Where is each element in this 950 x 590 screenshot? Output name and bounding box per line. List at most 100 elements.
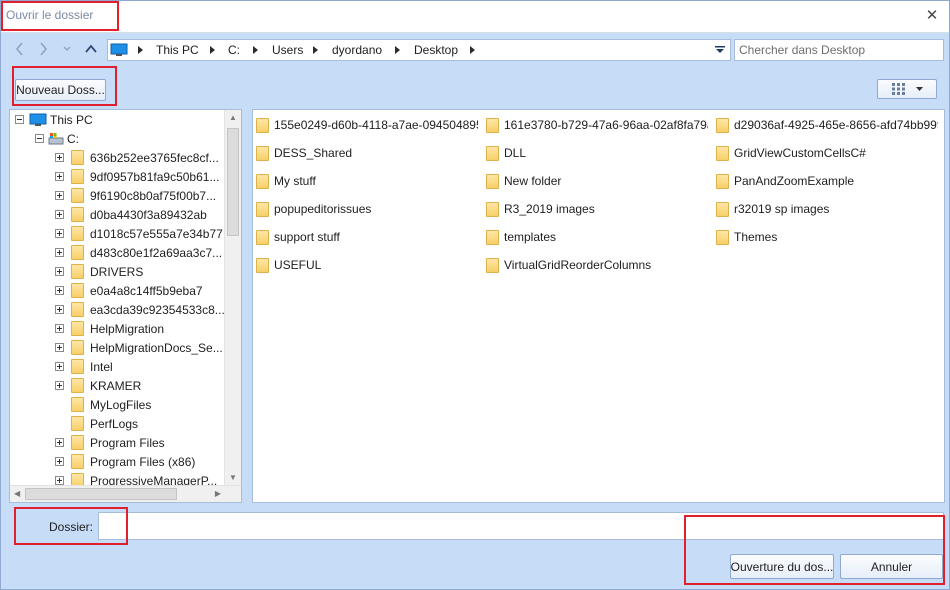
breadcrumb-this-pc[interactable]: This PC	[156, 43, 199, 57]
folder-item[interactable]: VirtualGridReorderColumns	[486, 255, 708, 275]
recent-locations-button[interactable]	[58, 40, 76, 58]
expand-icon[interactable]	[55, 172, 64, 181]
folder-item[interactable]: 155e0249-d60b-4118-a7ae-094504895...	[256, 115, 478, 135]
tree-node-this-pc[interactable]: This PC	[15, 110, 93, 129]
tree-node[interactable]: 9df0957b81fa9c50b61...	[55, 167, 219, 186]
scrollbar-thumb[interactable]	[227, 128, 239, 236]
expand-icon[interactable]	[55, 438, 64, 447]
folder-item[interactable]: New folder	[486, 171, 708, 191]
forward-button[interactable]	[34, 40, 52, 58]
folder-icon	[71, 188, 84, 203]
folder-item[interactable]: My stuff	[256, 171, 478, 191]
breadcrumb-dyordano[interactable]: dyordano	[332, 43, 382, 57]
tree-node-c-drive[interactable]: C:	[35, 129, 79, 148]
search-input[interactable]	[734, 39, 944, 61]
address-bar[interactable]: This PC C: Users dyordano Desktop	[107, 39, 731, 61]
expand-icon[interactable]	[55, 362, 64, 371]
address-dropdown-button[interactable]	[711, 41, 729, 59]
folder-item-label: R3_2019 images	[504, 202, 595, 216]
tree-node[interactable]: Program Files (x86)	[55, 452, 195, 471]
tree-node-label: d483c80e1f2a69aa3c7...	[90, 245, 223, 260]
expand-icon[interactable]	[55, 343, 64, 352]
folder-item-label: DLL	[504, 146, 527, 160]
scroll-right-icon[interactable]: ▶	[215, 489, 221, 498]
folder-content-view[interactable]: 155e0249-d60b-4118-a7ae-094504895... 161e…	[252, 109, 945, 503]
tree-node[interactable]: d0ba4430f3a89432ab	[55, 205, 207, 224]
tree-node[interactable]: MyLogFiles	[55, 395, 151, 414]
computer-icon	[29, 113, 47, 126]
folder-item[interactable]: USEFUL	[256, 255, 478, 275]
expand-icon[interactable]	[55, 248, 64, 257]
folder-item[interactable]: PanAndZoomExample	[716, 171, 938, 191]
scroll-up-icon[interactable]: ▲	[229, 113, 237, 122]
breadcrumb-c-drive[interactable]: C:	[228, 43, 240, 57]
tree-node-label: ea3cda39c92354533c8...	[90, 302, 225, 317]
breadcrumb-users[interactable]: Users	[272, 43, 303, 57]
scroll-left-icon[interactable]: ◀	[14, 489, 20, 498]
toolbar: Nouveau Doss...	[1, 69, 949, 107]
folder-icon	[71, 416, 84, 431]
folder-icon	[486, 173, 499, 189]
tree-node[interactable]: HelpMigration	[55, 319, 164, 338]
expand-icon[interactable]	[55, 381, 64, 390]
breadcrumb-desktop[interactable]: Desktop	[414, 43, 458, 57]
new-folder-button[interactable]: Nouveau Doss...	[15, 79, 106, 101]
tree-node[interactable]: d483c80e1f2a69aa3c7...	[55, 243, 222, 262]
tree-horizontal-scrollbar[interactable]: ◀ ▶	[10, 485, 241, 502]
folder-item-label: popupeditorissues	[274, 202, 372, 216]
view-mode-button[interactable]	[877, 79, 937, 99]
collapse-icon[interactable]	[15, 115, 24, 124]
tree-node[interactable]: ea3cda39c92354533c8...	[55, 300, 225, 319]
folder-icon	[716, 145, 729, 161]
folder-icon	[71, 245, 84, 260]
cancel-button[interactable]: Annuler	[840, 554, 943, 579]
expand-icon[interactable]	[55, 324, 64, 333]
tree-node[interactable]: 9f6190c8b0af75f00b7...	[55, 186, 216, 205]
folder-item[interactable]: templates	[486, 227, 708, 247]
scroll-down-icon[interactable]: ▼	[229, 473, 237, 482]
folder-tree[interactable]: This PC C: 636b252ee3765fec8cf... 9df0957…	[9, 109, 242, 503]
folder-icon	[716, 229, 729, 245]
tree-node[interactable]: Program Files	[55, 433, 165, 452]
folder-icon	[71, 150, 84, 165]
open-folder-button[interactable]: Ouverture du dos...	[730, 554, 834, 579]
folder-item[interactable]: Themes	[716, 227, 938, 247]
folder-name-input[interactable]	[98, 512, 944, 540]
folder-item[interactable]: DLL	[486, 143, 708, 163]
folder-item[interactable]: GridViewCustomCellsC#	[716, 143, 938, 163]
folder-item[interactable]: 161e3780-b729-47a6-96aa-02af8fa79a...	[486, 115, 708, 135]
tree-node[interactable]: PerfLogs	[55, 414, 138, 433]
tree-vertical-scrollbar[interactable]: ▲ ▼	[224, 110, 241, 485]
tree-node[interactable]: HelpMigrationDocs_Se...	[55, 338, 223, 357]
folder-item[interactable]: R3_2019 images	[486, 199, 708, 219]
expand-icon[interactable]	[55, 476, 64, 485]
expand-icon[interactable]	[55, 267, 64, 276]
drive-icon	[48, 132, 64, 144]
expand-icon[interactable]	[55, 457, 64, 466]
tree-node[interactable]: DRIVERS	[55, 262, 143, 281]
folder-item[interactable]: support stuff	[256, 227, 478, 247]
folder-item[interactable]: d29036af-4925-465e-8656-afd74bb99f...	[716, 115, 938, 135]
tree-node-label: DRIVERS	[90, 264, 144, 279]
tree-node[interactable]: d1018c57e555a7e34b77	[55, 224, 223, 243]
expand-icon[interactable]	[55, 191, 64, 200]
tree-node-label: Intel	[90, 359, 113, 374]
tree-node[interactable]: KRAMER	[55, 376, 141, 395]
folder-item[interactable]: DESS_Shared	[256, 143, 478, 163]
folder-item[interactable]: popupeditorissues	[256, 199, 478, 219]
tree-node[interactable]: Intel	[55, 357, 113, 376]
expand-icon[interactable]	[55, 286, 64, 295]
expand-icon[interactable]	[55, 153, 64, 162]
collapse-icon[interactable]	[35, 134, 44, 143]
back-button[interactable]	[11, 40, 29, 58]
tree-node-label: HelpMigrationDocs_Se...	[90, 340, 223, 355]
close-button[interactable]: ✕	[921, 5, 943, 25]
scrollbar-thumb[interactable]	[25, 488, 177, 500]
tree-node[interactable]: 636b252ee3765fec8cf...	[55, 148, 219, 167]
tree-node[interactable]: e0a4a8c14ff5b9eba7	[55, 281, 203, 300]
up-button[interactable]	[82, 40, 100, 58]
folder-item[interactable]: r32019 sp images	[716, 199, 938, 219]
expand-icon[interactable]	[55, 229, 64, 238]
expand-icon[interactable]	[55, 210, 64, 219]
expand-icon[interactable]	[55, 305, 64, 314]
